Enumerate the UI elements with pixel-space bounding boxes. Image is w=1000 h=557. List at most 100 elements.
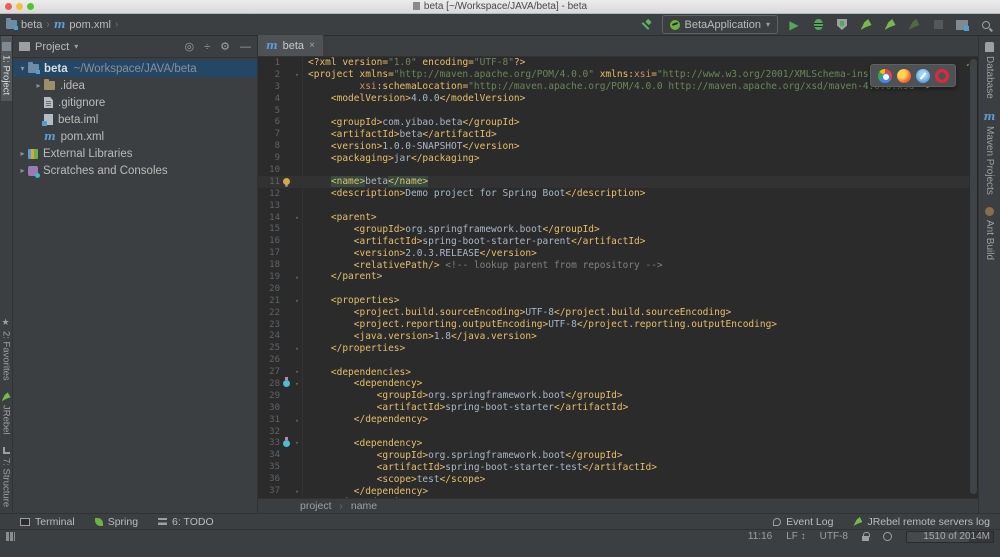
tool-button-todo[interactable]: 6: TODO [158, 516, 214, 528]
collapse-all-button[interactable]: ÷ [204, 41, 210, 53]
code-line-7[interactable]: 7 <artifactId>beta</artifactId> [258, 128, 978, 140]
tree-item--idea[interactable]: ▸.idea [13, 77, 257, 94]
code-line-23[interactable]: 23 <project.reporting.outputEncoding>UTF… [258, 319, 978, 331]
dependency-jar-icon[interactable] [280, 380, 292, 387]
search-everywhere-button[interactable] [978, 17, 994, 33]
code-line-5[interactable]: 5 [258, 105, 978, 117]
event-log-button[interactable]: Event Log [773, 516, 833, 528]
tree-item--gitignore[interactable]: .gitignore [13, 94, 257, 111]
panel-settings-button[interactable]: ⚙ [220, 40, 230, 53]
code-line-34[interactable]: 34 <groupId>org.springframework.boot</gr… [258, 449, 978, 461]
code-line-27[interactable]: 27▾ <dependencies> [258, 366, 978, 378]
code-line-21[interactable]: 21▾ <properties> [258, 295, 978, 307]
tree-item-beta[interactable]: ▾beta~/Workspace/JAVA/beta [13, 60, 257, 77]
close-tab-icon[interactable]: × [309, 40, 315, 51]
fold-marker-icon[interactable]: ▴ [292, 497, 303, 498]
firefox-browser-icon[interactable] [897, 69, 911, 83]
fold-marker-icon[interactable]: ▴ [292, 414, 303, 426]
fold-marker-icon[interactable]: ▾ [292, 69, 303, 81]
code-line-16[interactable]: 16 <artifactId>spring-boot-starter-paren… [258, 235, 978, 247]
breadcrumb-tag-name[interactable]: name [351, 500, 377, 512]
code-line-38[interactable]: 38▴ </dependencies> [258, 497, 978, 498]
tool-button-spring[interactable]: Spring [95, 516, 138, 528]
file-encoding[interactable]: UTF-8 [820, 531, 848, 542]
code-line-8[interactable]: 8 <version>1.0.0-SNAPSHOT</version> [258, 140, 978, 152]
opera-browser-icon[interactable] [935, 69, 949, 83]
code-line-29[interactable]: 29 <groupId>org.springframework.boot</gr… [258, 390, 978, 402]
safari-browser-icon[interactable] [916, 69, 930, 83]
fold-marker-icon[interactable]: ▾ [292, 378, 303, 390]
code-line-36[interactable]: 36 <scope>test</scope> [258, 473, 978, 485]
tool-window-switcher-icon[interactable] [6, 532, 15, 541]
code-line-13[interactable]: 13 [258, 200, 978, 212]
run-button[interactable]: ▶ [786, 17, 802, 33]
tree-item-pom-xml[interactable]: mpom.xml [13, 128, 257, 145]
locate-file-button[interactable]: ◎ [184, 40, 194, 53]
code-line-10[interactable]: 10 [258, 164, 978, 176]
tree-item-scratches-and-consoles[interactable]: ▸Scratches and Consoles [13, 162, 257, 179]
code-line-14[interactable]: 14▾ <parent> [258, 212, 978, 224]
tool-button-ant-build[interactable]: Ant Build [984, 201, 995, 266]
tool-button-maven-projects[interactable]: m Maven Projects [984, 105, 996, 201]
code-line-25[interactable]: 25▴ </properties> [258, 342, 978, 354]
memory-indicator[interactable]: 1510 of 2014M [906, 531, 994, 543]
code-line-24[interactable]: 24 <java.version>1.8</java.version> [258, 330, 978, 342]
chrome-browser-icon[interactable] [878, 69, 892, 83]
project-structure-button[interactable] [954, 17, 970, 33]
jrebel-run-button[interactable] [858, 17, 874, 33]
code-line-15[interactable]: 15 <groupId>org.springframework.boot</gr… [258, 223, 978, 235]
debug-button[interactable] [810, 17, 826, 33]
code-editor[interactable]: 1<?xml version="1.0" encoding="UTF-8"?>2… [258, 57, 978, 498]
breadcrumb-tag-project[interactable]: project [300, 500, 332, 512]
code-line-35[interactable]: 35 <artifactId>spring-boot-starter-test<… [258, 461, 978, 473]
run-with-coverage-button[interactable] [834, 17, 850, 33]
code-line-11[interactable]: 11 <name>beta</name> [258, 176, 978, 188]
code-line-33[interactable]: 33▾ <dependency> [258, 438, 978, 450]
fold-marker-icon[interactable]: ▾ [292, 295, 303, 307]
fold-marker-icon[interactable]: ▾ [292, 212, 303, 224]
tree-item-beta-iml[interactable]: beta.iml [13, 111, 257, 128]
code-line-30[interactable]: 30 <artifactId>spring-boot-starter</arti… [258, 402, 978, 414]
code-line-26[interactable]: 26 [258, 354, 978, 366]
jrebel-log-button[interactable]: JRebel remote servers log [853, 516, 990, 528]
hide-panel-button[interactable]: — [240, 41, 251, 53]
code-line-17[interactable]: 17 <version>2.0.3.RELEASE</version> [258, 247, 978, 259]
code-line-32[interactable]: 32 [258, 426, 978, 438]
code-line-31[interactable]: 31▴ </dependency> [258, 414, 978, 426]
code-line-9[interactable]: 9 <packaging>jar</packaging> [258, 152, 978, 164]
tree-item-external-libraries[interactable]: ▸External Libraries [13, 145, 257, 162]
breadcrumb-file[interactable]: pom.xml [69, 19, 111, 31]
tree-collapsed-arrow-icon[interactable]: ▸ [17, 166, 28, 175]
tool-button-structure[interactable]: 7: Structure [1, 441, 12, 513]
code-line-4[interactable]: 4 <modelVersion>4.0.0</modelVersion> [258, 93, 978, 105]
fold-marker-icon[interactable]: ▾ [292, 366, 303, 378]
code-line-18[interactable]: 18 <relativePath/> <!-- lookup parent fr… [258, 259, 978, 271]
jrebel-debug-button[interactable] [882, 17, 898, 33]
line-separator[interactable]: LF ↕ [786, 531, 805, 542]
code-line-20[interactable]: 20 [258, 283, 978, 295]
tool-button-project[interactable]: 1: Project [1, 36, 12, 101]
fold-marker-icon[interactable]: ▴ [292, 271, 303, 283]
tree-collapsed-arrow-icon[interactable]: ▸ [33, 81, 44, 90]
dependency-jar-icon[interactable] [280, 440, 292, 447]
run-configuration-select[interactable]: BetaApplication ▾ [662, 15, 778, 34]
fold-marker-icon[interactable]: ▴ [292, 485, 303, 497]
code-line-22[interactable]: 22 <project.build.sourceEncoding>UTF-8</… [258, 307, 978, 319]
code-line-28[interactable]: 28▾ <dependency> [258, 378, 978, 390]
caret-position[interactable]: 11:16 [748, 531, 772, 542]
tool-button-database[interactable]: Database [984, 36, 995, 105]
intention-bulb-icon[interactable] [280, 178, 292, 185]
chevron-down-icon[interactable]: ▾ [74, 42, 78, 51]
tool-button-favorites[interactable]: ★ 2: Favorites [1, 312, 12, 387]
lock-icon[interactable] [862, 536, 869, 541]
tool-button-terminal[interactable]: Terminal [20, 516, 75, 528]
build-hammer-icon[interactable] [638, 17, 654, 33]
breadcrumb-project[interactable]: beta [21, 19, 42, 31]
code-line-37[interactable]: 37▴ </dependency> [258, 485, 978, 497]
tree-expanded-arrow-icon[interactable]: ▾ [17, 64, 28, 73]
tree-collapsed-arrow-icon[interactable]: ▸ [17, 149, 28, 158]
code-line-19[interactable]: 19▴ </parent> [258, 271, 978, 283]
tool-button-jrebel[interactable]: JRebel [1, 386, 12, 441]
fold-marker-icon[interactable]: ▴ [292, 342, 303, 354]
highlighting-level-icon[interactable] [883, 532, 892, 541]
